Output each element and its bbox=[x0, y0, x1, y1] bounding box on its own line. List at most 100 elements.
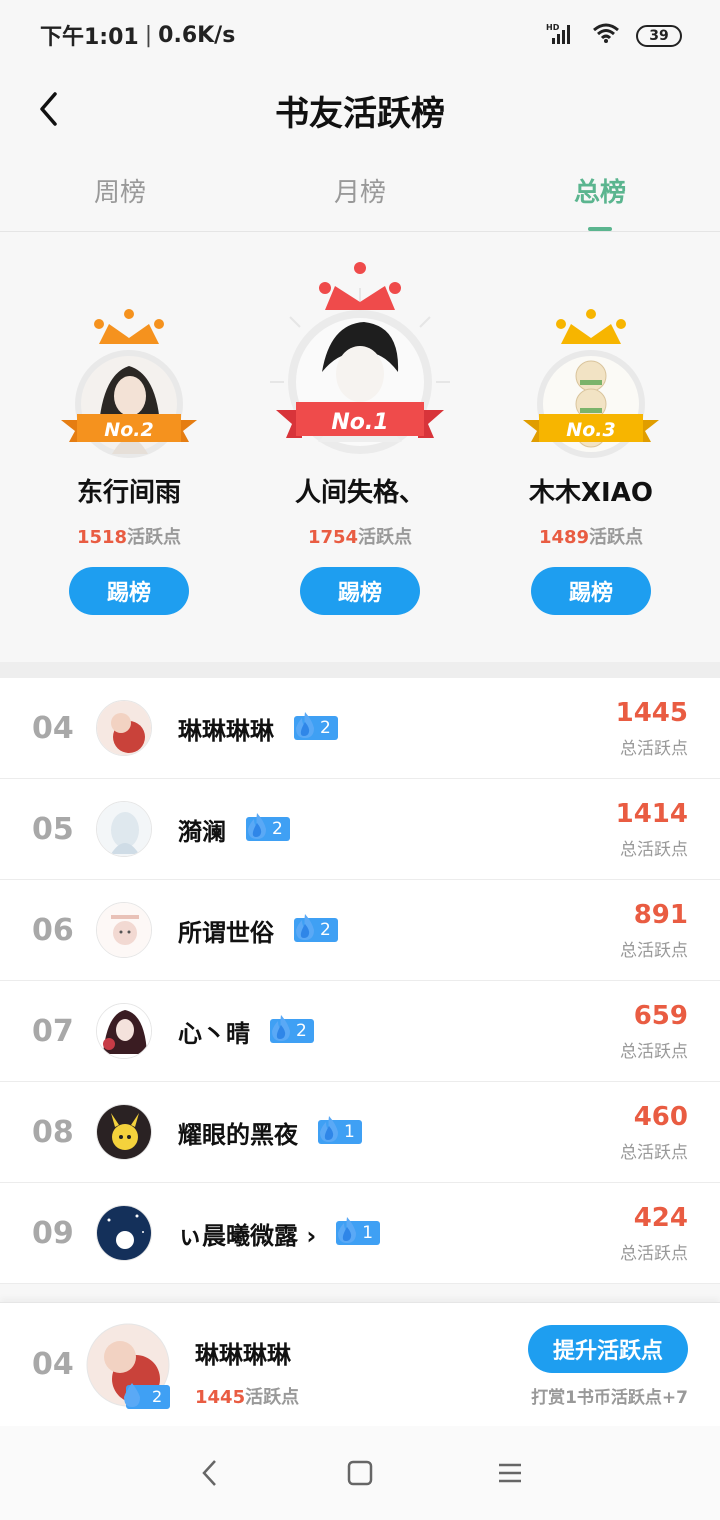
my-rank-bar: 04 2 琳琳琳琳 1445活跃点 提升活跃点 打赏1书币活跃点+7 bbox=[0, 1302, 720, 1426]
level-badge: 2 bbox=[246, 813, 290, 841]
status-left: 下午1:01 | 0.6K/s bbox=[40, 19, 235, 51]
avatar[interactable] bbox=[96, 1003, 152, 1059]
podium-third: No.3 木木XIAO 1489活跃点 踢榜 bbox=[476, 304, 706, 615]
nav-back-button[interactable] bbox=[190, 1453, 230, 1493]
rank-number: 04 bbox=[32, 710, 74, 746]
row-score: 460 bbox=[633, 1102, 688, 1132]
status-network-speed: 0.6K/s bbox=[158, 22, 236, 48]
boost-activity-button[interactable]: 提升活跃点 bbox=[528, 1325, 688, 1373]
my-points: 1445活跃点 bbox=[195, 1387, 300, 1408]
my-name: 琳琳琳琳 bbox=[195, 1341, 291, 1369]
list-item[interactable]: 08 耀眼的黑夜 1 460 总活跃点 bbox=[0, 1082, 720, 1183]
list-item[interactable]: 05 漪澜 2 1414 总活跃点 bbox=[0, 779, 720, 880]
rank-number: 07 bbox=[32, 1013, 74, 1049]
podium-top3: No.2 东行间雨 1518活跃点 踢榜 No.1 人间失格、 1754活跃点 … bbox=[0, 232, 720, 662]
rank-label-1: No.1 bbox=[331, 409, 389, 435]
page-title: 书友活跃榜 bbox=[275, 93, 445, 134]
podium-third-avatar-wrap: No.3 bbox=[516, 304, 666, 464]
tab-overall[interactable]: 总榜 bbox=[480, 150, 720, 231]
rank-ribbon-3: No.3 bbox=[523, 412, 659, 448]
status-time: 下午1:01 bbox=[40, 25, 139, 50]
avatar[interactable] bbox=[96, 801, 152, 857]
header: 书友活跃榜 bbox=[0, 70, 720, 150]
row-score-block: 1414 总活跃点 bbox=[616, 799, 688, 860]
signal-icon: HD bbox=[546, 22, 576, 50]
list-item[interactable]: 09 ぃ晨曦微露 › 1 424 总活跃点 bbox=[0, 1183, 720, 1284]
rank-label-3: No.3 bbox=[566, 419, 616, 441]
podium-first-avatar-wrap: No.1 bbox=[260, 262, 460, 464]
podium-second-avatar-wrap: No.2 bbox=[54, 304, 204, 464]
rank-number: 08 bbox=[32, 1114, 74, 1150]
row-score: 659 bbox=[633, 1001, 688, 1031]
nav-home-button[interactable] bbox=[340, 1453, 380, 1493]
row-score: 1445 bbox=[615, 698, 688, 728]
wifi-icon bbox=[592, 22, 620, 50]
chevron-left-icon bbox=[40, 92, 57, 126]
list-item[interactable]: 07 心丶晴 2 659 总活跃点 bbox=[0, 981, 720, 1082]
reward-hint: 打赏1书币活跃点+7 bbox=[531, 1388, 688, 1408]
user-name: ぃ晨曦微露 › bbox=[178, 1221, 317, 1250]
level-badge: 2 bbox=[294, 712, 338, 740]
level-badge: 2 bbox=[270, 1015, 314, 1043]
user-name: 所谓世俗 bbox=[178, 918, 274, 947]
rank-number: 06 bbox=[32, 912, 74, 948]
rank-number: 05 bbox=[32, 811, 74, 847]
my-rank-number: 04 bbox=[32, 1347, 74, 1382]
my-avatar[interactable]: 2 bbox=[86, 1323, 170, 1409]
flame-icon bbox=[296, 712, 314, 738]
list-item[interactable]: 06 所谓世俗 2 891 总活跃点 bbox=[0, 880, 720, 981]
rank-ribbon-2: No.2 bbox=[61, 412, 197, 448]
tab-weekly[interactable]: 周榜 bbox=[0, 150, 240, 231]
podium-second: No.2 东行间雨 1518活跃点 踢榜 bbox=[14, 304, 244, 615]
flame-icon bbox=[320, 1116, 338, 1142]
rank-label-2: No.2 bbox=[104, 419, 154, 441]
avatar[interactable] bbox=[96, 902, 152, 958]
nav-back-icon bbox=[202, 1460, 216, 1486]
row-score-block: 891 总活跃点 bbox=[620, 900, 688, 961]
row-score-label: 总活跃点 bbox=[620, 941, 688, 961]
podium-second-name: 东行间雨 bbox=[76, 478, 181, 508]
flame-icon bbox=[296, 914, 314, 940]
podium-third-points: 1489活跃点 bbox=[538, 527, 644, 548]
podium-second-points: 1518活跃点 bbox=[76, 527, 182, 548]
back-button[interactable] bbox=[28, 84, 68, 134]
user-name: 琳琳琳琳 bbox=[178, 716, 274, 745]
row-score-label: 总活跃点 bbox=[620, 840, 688, 860]
avatar[interactable] bbox=[96, 1205, 152, 1261]
ranking-tabs: 周榜 月榜 总榜 bbox=[0, 150, 720, 232]
podium-first: No.1 人间失格、 1754活跃点 踢榜 bbox=[245, 262, 475, 615]
rank-number: 09 bbox=[32, 1215, 74, 1251]
row-score: 424 bbox=[633, 1203, 688, 1233]
row-score-label: 总活跃点 bbox=[620, 739, 688, 759]
battery-indicator: 39 bbox=[636, 25, 682, 47]
avatar[interactable] bbox=[96, 1104, 152, 1160]
row-score-block: 460 总活跃点 bbox=[620, 1102, 688, 1163]
row-score-label: 总活跃点 bbox=[620, 1244, 688, 1264]
user-name: 漪澜 bbox=[178, 817, 226, 846]
level-badge: 2 bbox=[294, 914, 338, 942]
row-score-label: 总活跃点 bbox=[620, 1143, 688, 1163]
list-item[interactable]: 04 琳琳琳琳 2 1445 总活跃点 bbox=[0, 678, 720, 779]
row-score: 891 bbox=[633, 900, 688, 930]
status-separator: | bbox=[144, 22, 153, 48]
podium-first-points: 1754活跃点 bbox=[307, 527, 413, 548]
kick-button-third[interactable]: 踢榜 bbox=[531, 567, 651, 615]
hd-label: HD bbox=[546, 23, 560, 32]
flame-icon bbox=[272, 1015, 290, 1041]
user-name: 心丶晴 bbox=[178, 1019, 250, 1048]
row-score-label: 总活跃点 bbox=[620, 1042, 688, 1062]
kick-button-second[interactable]: 踢榜 bbox=[69, 567, 189, 615]
user-name: 耀眼的黑夜 bbox=[178, 1120, 298, 1149]
avatar[interactable] bbox=[96, 700, 152, 756]
row-score-block: 424 总活跃点 bbox=[620, 1203, 688, 1264]
row-score-block: 659 总活跃点 bbox=[620, 1001, 688, 1062]
kick-button-first[interactable]: 踢榜 bbox=[300, 567, 420, 615]
nav-home-icon bbox=[347, 1460, 373, 1486]
nav-menu-button[interactable] bbox=[490, 1453, 530, 1493]
flame-icon bbox=[248, 813, 266, 839]
row-score: 1414 bbox=[615, 799, 688, 829]
status-bar: 下午1:01 | 0.6K/s HD 39 bbox=[0, 0, 720, 70]
level-badge: 1 bbox=[336, 1217, 381, 1245]
rank-ribbon-1: No.1 bbox=[276, 400, 444, 444]
tab-monthly[interactable]: 月榜 bbox=[240, 150, 480, 231]
